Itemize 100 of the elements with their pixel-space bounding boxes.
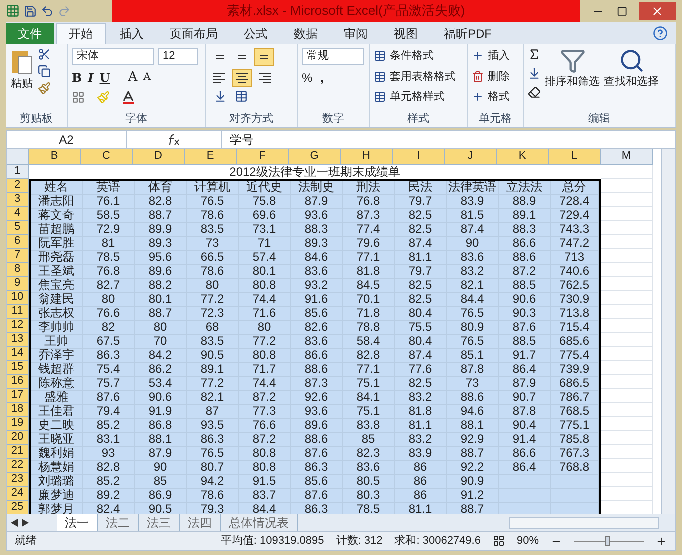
font-style-button[interactable]: I: [88, 68, 94, 87]
grow-font-button[interactable]: A: [128, 68, 138, 88]
row-header[interactable]: 17: [7, 389, 29, 403]
column-header[interactable]: D: [133, 149, 185, 165]
row-header[interactable]: 3: [7, 193, 29, 207]
font-style-button[interactable]: U: [100, 68, 110, 87]
row-header[interactable]: 20: [7, 431, 29, 445]
file-tab[interactable]: 文件: [6, 23, 54, 44]
table-cell: 86.3: [83, 349, 135, 363]
ribbon-tab[interactable]: 福昕PDF: [432, 23, 504, 44]
vertical-align-button[interactable]: [254, 48, 274, 66]
row-header[interactable]: 9: [7, 277, 29, 291]
row-header[interactable]: 13: [7, 333, 29, 347]
status-count: 计数: 312: [336, 534, 383, 549]
ribbon-tab[interactable]: 公式: [232, 23, 280, 44]
font-size-field[interactable]: 12: [158, 48, 198, 65]
autosum-icon[interactable]: [528, 48, 541, 61]
row-header[interactable]: 19: [7, 417, 29, 431]
ribbon-tab[interactable]: 数据: [282, 23, 330, 44]
border-icon[interactable]: [72, 90, 85, 104]
cells-menu-button[interactable]: 删除: [488, 68, 510, 85]
row-header[interactable]: 15: [7, 361, 29, 375]
zoom-in-icon[interactable]: [656, 536, 667, 546]
style-menu-button[interactable]: 套用表格格式: [390, 68, 456, 85]
font-name-field[interactable]: 宋体: [72, 48, 154, 65]
style-menu-button[interactable]: 条件格式: [390, 48, 434, 64]
row-header[interactable]: 6: [7, 235, 29, 249]
comma-button[interactable]: ,: [320, 69, 324, 87]
formula-field[interactable]: 学号: [221, 131, 675, 148]
row-header[interactable]: 23: [7, 473, 29, 487]
row-header[interactable]: 1: [7, 165, 29, 179]
help-icon[interactable]: [653, 26, 668, 41]
percent-button[interactable]: %: [302, 69, 313, 87]
column-header[interactable]: F: [237, 149, 289, 165]
table-cell: 王帅: [31, 335, 83, 349]
row-header[interactable]: 10: [7, 291, 29, 305]
row-header[interactable]: 25: [7, 501, 29, 514]
name-box[interactable]: A2: [7, 131, 127, 148]
row-header[interactable]: 8: [7, 263, 29, 277]
paste-button[interactable]: 粘贴: [11, 76, 33, 92]
cut-icon[interactable]: [38, 48, 51, 61]
cells-menu-button[interactable]: 格式: [488, 89, 510, 106]
row-header[interactable]: 18: [7, 403, 29, 417]
row-header[interactable]: 14: [7, 347, 29, 361]
zoom-slider[interactable]: [574, 536, 644, 546]
close-button[interactable]: [639, 2, 676, 20]
row-header[interactable]: 22: [7, 459, 29, 473]
row-header[interactable]: 11: [7, 305, 29, 319]
format-painter-icon[interactable]: [38, 82, 51, 95]
table-cell: 87.8: [447, 363, 499, 377]
column-header[interactable]: M: [601, 149, 653, 165]
column-header[interactable]: J: [445, 149, 497, 165]
ribbon-tab[interactable]: 页面布局: [158, 23, 230, 44]
table-cell: 王晓亚: [31, 433, 83, 447]
row-header[interactable]: 12: [7, 319, 29, 333]
column-header[interactable]: E: [185, 149, 237, 165]
column-header[interactable]: G: [289, 149, 341, 165]
horizontal-align-button[interactable]: [232, 69, 252, 87]
ribbon-tab[interactable]: 审阅: [332, 23, 380, 44]
row-header[interactable]: 5: [7, 221, 29, 235]
row-header[interactable]: 7: [7, 249, 29, 263]
empty-cell: [601, 221, 653, 235]
clear-icon[interactable]: [528, 86, 541, 99]
next-sheet-icon[interactable]: [22, 518, 29, 526]
font-style-button[interactable]: B: [72, 68, 82, 87]
copy-icon[interactable]: [38, 65, 51, 78]
ribbon-tab[interactable]: 插入: [108, 23, 156, 44]
shrink-font-button[interactable]: A: [144, 70, 151, 86]
row-header[interactable]: 16: [7, 375, 29, 389]
row-header[interactable]: 4: [7, 207, 29, 221]
row-header[interactable]: 24: [7, 487, 29, 501]
sort-filter-button[interactable]: 排序和筛选: [545, 74, 600, 90]
column-header[interactable]: L: [549, 149, 601, 165]
column-header[interactable]: K: [497, 149, 549, 165]
sheet-tab[interactable]: 法一: [57, 514, 98, 531]
ribbon-tab[interactable]: 视图: [382, 23, 430, 44]
merge-icon[interactable]: [235, 90, 248, 103]
undo-icon[interactable]: [41, 4, 54, 18]
style-menu-button[interactable]: 单元格样式: [390, 89, 445, 106]
ribbon-tab[interactable]: 开始: [56, 23, 106, 44]
empty-cell: [601, 431, 653, 445]
table-cell: 90.6: [499, 293, 551, 307]
normal-view-icon[interactable]: [492, 535, 505, 547]
row-header[interactable]: 2: [7, 179, 29, 193]
column-header[interactable]: C: [81, 149, 133, 165]
column-header[interactable]: B: [29, 149, 81, 165]
row-header[interactable]: 21: [7, 445, 29, 459]
vertical-scrollbar[interactable]: [661, 149, 675, 514]
cells-menu-button[interactable]: 插入: [488, 48, 510, 64]
fill-icon[interactable]: [528, 67, 541, 80]
find-select-button[interactable]: 查找和选择: [604, 74, 659, 90]
column-header[interactable]: I: [393, 149, 445, 165]
column-header[interactable]: H: [341, 149, 393, 165]
maximize-icon[interactable]: [616, 6, 628, 16]
paste-icon[interactable]: [10, 48, 34, 76]
font-color-icon[interactable]: [122, 90, 135, 104]
number-format-field[interactable]: 常规: [302, 48, 364, 65]
horizontal-scrollbar[interactable]: [509, 516, 659, 528]
save-icon[interactable]: [24, 4, 37, 18]
previous-sheet-icon[interactable]: [11, 518, 18, 526]
